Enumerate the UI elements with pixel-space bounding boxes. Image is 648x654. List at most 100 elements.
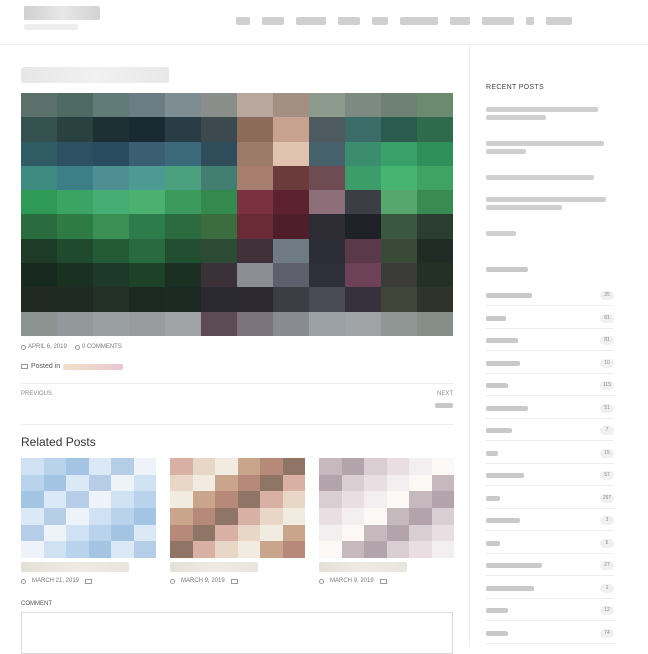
related-post-title[interactable] [170, 562, 258, 572]
related-post-card[interactable]: MARCH 9, 2019 [319, 458, 454, 584]
category-count-badge: 10 [600, 358, 614, 368]
category-name [486, 518, 520, 523]
image-pixel [431, 458, 454, 475]
image-pixel [129, 263, 165, 288]
image-pixel [215, 541, 238, 558]
nav-item[interactable] [482, 17, 514, 25]
nav-item[interactable] [372, 17, 388, 25]
category-link[interactable] [63, 363, 124, 370]
category-item[interactable]: 12 [486, 602, 614, 621]
category-item[interactable]: 6 [486, 535, 614, 554]
category-item[interactable]: 7 [486, 422, 614, 441]
image-pixel [341, 491, 364, 508]
post-date[interactable]: APRIL 6, 2019 [21, 344, 67, 350]
comment-textarea[interactable] [21, 612, 453, 654]
image-pixel [386, 524, 409, 542]
category-item[interactable]: 297 [486, 490, 614, 509]
image-pixel [417, 238, 453, 264]
category-name [486, 473, 524, 478]
nav-item[interactable] [338, 17, 360, 25]
related-post-title[interactable] [21, 562, 129, 572]
image-pixel [345, 263, 381, 288]
image-pixel [431, 524, 454, 542]
image-pixel [237, 458, 260, 475]
image-pixel [93, 311, 129, 336]
categories-heading [486, 267, 528, 272]
category-item[interactable]: 1 [486, 580, 614, 599]
related-post-thumbnail[interactable] [319, 458, 454, 558]
category-item[interactable]: 74 [486, 625, 614, 644]
image-pixel [111, 524, 134, 542]
category-item[interactable]: 10 [486, 355, 614, 374]
image-pixel [201, 117, 237, 142]
image-pixel [409, 541, 432, 558]
category-item[interactable]: 15 [486, 445, 614, 464]
next-post-title[interactable] [435, 403, 453, 408]
nav-item[interactable] [450, 17, 470, 25]
nav-item[interactable] [296, 17, 326, 25]
image-pixel [345, 190, 381, 215]
recent-post-link[interactable] [486, 107, 614, 123]
category-name [486, 293, 532, 298]
category-item[interactable]: 25 [486, 287, 614, 306]
related-post-title[interactable] [319, 562, 407, 572]
comment-label: COMMENT [21, 601, 52, 607]
image-pixel [170, 507, 193, 525]
nav-item[interactable] [546, 17, 572, 25]
image-pixel [170, 491, 193, 508]
recent-post-link[interactable] [486, 141, 614, 157]
category-item[interactable]: 115 [486, 377, 614, 396]
image-pixel [309, 93, 345, 118]
nav-item[interactable] [236, 17, 250, 25]
clock-icon [21, 344, 26, 350]
image-pixel [409, 507, 432, 525]
featured-image[interactable] [21, 93, 453, 336]
image-pixel [21, 474, 44, 492]
image-pixel [165, 263, 201, 288]
image-pixel [273, 263, 309, 288]
image-pixel [21, 541, 44, 558]
image-pixel [237, 541, 260, 558]
image-pixel [364, 524, 387, 542]
image-pixel [237, 117, 273, 142]
image-pixel [237, 190, 273, 215]
image-pixel [129, 287, 165, 312]
category-item[interactable]: 51 [486, 400, 614, 419]
next-post-link[interactable]: NEXT [437, 391, 453, 397]
image-pixel [165, 287, 201, 312]
nav-item[interactable] [526, 17, 534, 25]
related-post-card[interactable]: MARCH 9, 2019 [170, 458, 305, 584]
category-item[interactable]: 27 [486, 557, 614, 576]
category-item[interactable]: 81 [486, 332, 614, 351]
category-item[interactable]: 57 [486, 467, 614, 486]
image-pixel [201, 141, 237, 166]
divider [21, 424, 453, 425]
category-item[interactable]: 3 [486, 512, 614, 531]
recent-post-link[interactable] [486, 231, 614, 239]
image-pixel [309, 238, 345, 264]
recent-post-link[interactable] [486, 175, 614, 183]
recent-post-title [486, 197, 606, 202]
recent-post-title [486, 205, 562, 210]
image-pixel [43, 474, 66, 492]
post-comments-link[interactable]: 0 COMMENTS [74, 344, 122, 350]
image-pixel [260, 524, 283, 542]
image-pixel [309, 287, 345, 312]
previous-post-link[interactable]: PREVIOUS [21, 391, 52, 397]
recent-post-link[interactable] [486, 197, 614, 213]
image-pixel [93, 141, 129, 166]
category-item[interactable]: 61 [486, 310, 614, 329]
image-pixel [66, 474, 89, 492]
nav-item[interactable] [400, 17, 438, 25]
image-pixel [282, 507, 305, 525]
related-post-thumbnail[interactable] [21, 458, 156, 558]
image-pixel [282, 524, 305, 542]
nav-item[interactable] [262, 17, 284, 25]
related-post-thumbnail[interactable] [170, 458, 305, 558]
image-pixel [201, 287, 237, 312]
image-pixel [21, 190, 57, 215]
site-logo[interactable] [24, 6, 100, 20]
category-count-badge: 1 [600, 583, 614, 593]
related-post-card[interactable]: MARCH 21, 2019 [21, 458, 156, 584]
image-pixel [273, 141, 309, 166]
